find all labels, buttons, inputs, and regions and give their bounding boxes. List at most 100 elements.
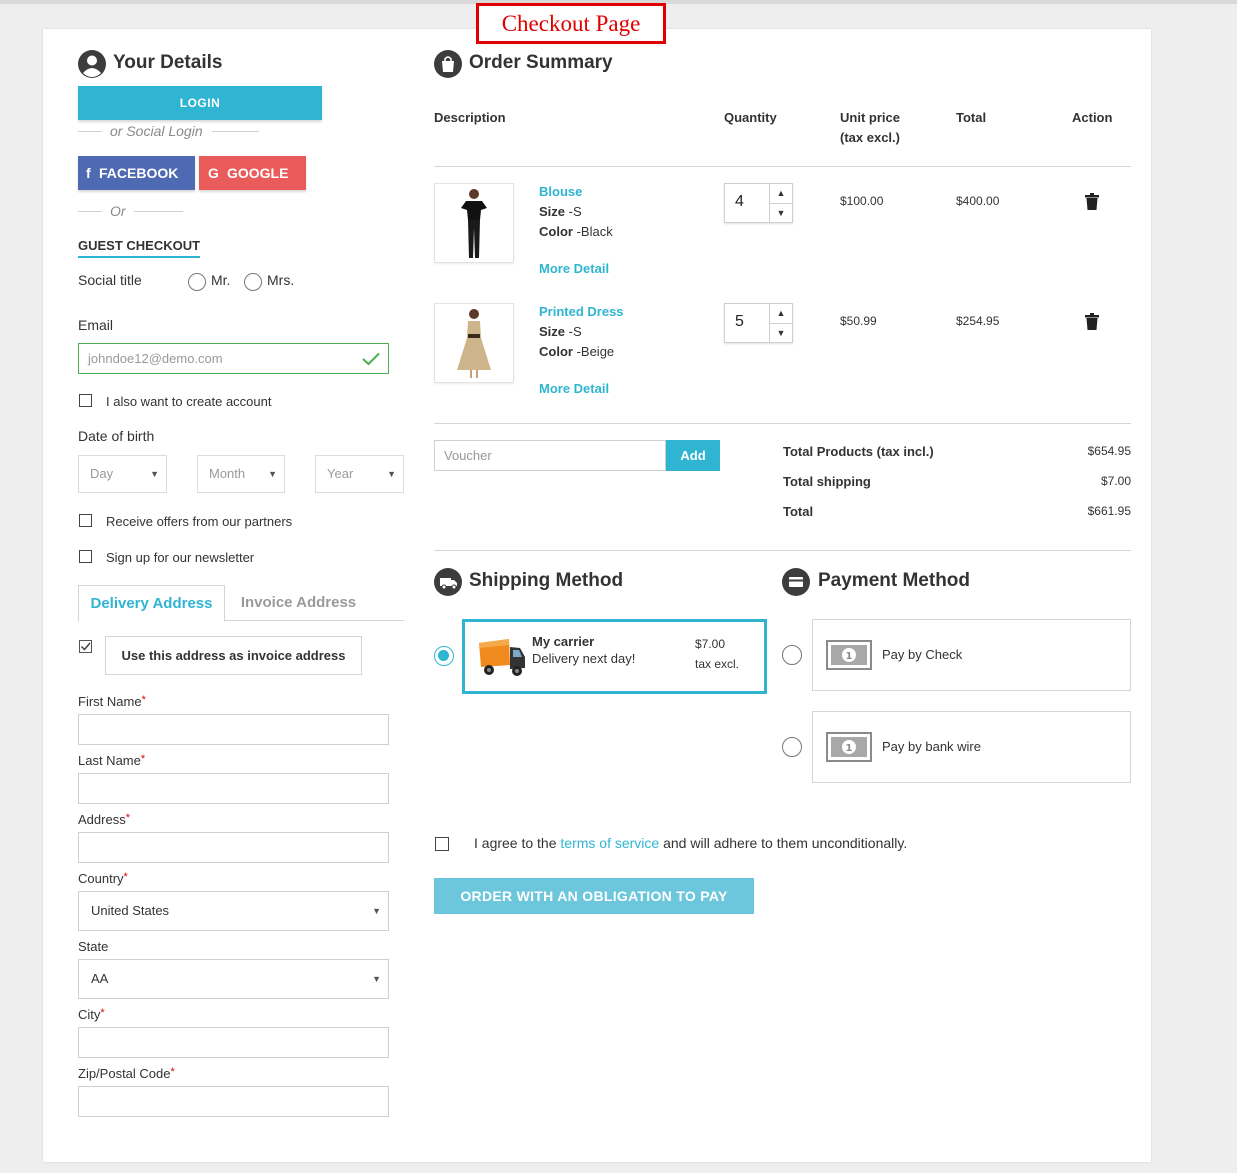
terms-text: I agree to the terms of service and will… (474, 835, 908, 851)
dob-label: Date of birth (78, 428, 155, 444)
login-button[interactable]: LOGIN (78, 86, 322, 120)
year-select[interactable]: Year ▼ (315, 455, 404, 493)
google-button[interactable]: G GOOGLE (199, 156, 306, 190)
create-account-checkbox[interactable] (79, 394, 92, 407)
tab-invoice-address[interactable]: Invoice Address (226, 585, 371, 621)
delivery-truck-icon (479, 639, 525, 676)
unit-price: $100.00 (840, 194, 884, 208)
decrement-button[interactable]: ▼ (770, 204, 792, 223)
voucher-add-button[interactable]: Add (666, 440, 720, 471)
offers-label: Receive offers from our partners (106, 514, 293, 529)
divider (434, 166, 1131, 167)
svg-text:1: 1 (846, 651, 853, 662)
state-value: AA (91, 971, 109, 986)
mr-radio[interactable] (188, 273, 206, 291)
month-select[interactable]: Month ▼ (197, 455, 285, 493)
product-image-printed-dress[interactable] (434, 303, 514, 383)
banknote-icon: 1 (826, 732, 872, 762)
or-text: Or (110, 203, 126, 219)
pay-by-bank-wire-radio[interactable] (782, 737, 802, 757)
offers-checkbox[interactable] (79, 514, 92, 527)
state-select[interactable]: AA ▼ (78, 959, 389, 999)
product-image-blouse[interactable] (434, 183, 514, 263)
state-label: State (78, 939, 109, 954)
more-detail-link[interactable]: More Detail (539, 261, 609, 276)
order-button[interactable]: ORDER WITH AN OBLIGATION TO PAY (434, 878, 754, 914)
payment-method-title: Payment Method (818, 570, 971, 591)
pay-by-check-option[interactable]: 1 Pay by Check (812, 619, 1131, 691)
tab-delivery-address[interactable]: Delivery Address (78, 585, 225, 622)
terms-of-service-link[interactable]: terms of service (560, 835, 659, 851)
shipping-method-title: Shipping Method (469, 570, 624, 591)
quantity-stepper[interactable]: 4 ▲ ▼ (724, 183, 793, 223)
total-value: $661.95 (1087, 504, 1131, 518)
country-label: Country* (78, 871, 128, 886)
first-name-field[interactable] (78, 714, 389, 745)
total-shipping-value: $7.00 (1100, 474, 1131, 488)
email-placeholder: johndoe12@demo.com (88, 351, 223, 366)
chevron-down-icon: ▼ (150, 469, 159, 479)
product-name[interactable]: Blouse (539, 184, 582, 199)
mrs-radio[interactable] (244, 273, 262, 291)
total-shipping-label: Total shipping (783, 474, 871, 489)
newsletter-checkbox[interactable] (79, 550, 92, 563)
total-products-value: $654.95 (1087, 444, 1131, 458)
credit-card-icon (782, 568, 810, 596)
country-select[interactable]: United States ▼ (78, 891, 389, 931)
quantity-value: 5 (735, 313, 744, 330)
create-account-label: I also want to create account (106, 394, 272, 409)
day-select[interactable]: Day ▼ (78, 455, 167, 493)
more-detail-link[interactable]: More Detail (539, 381, 609, 396)
newsletter-label: Sign up for our newsletter (106, 550, 255, 565)
zip-label: Zip/Postal Code* (78, 1066, 175, 1081)
check-icon (362, 352, 380, 366)
year-value: Year (327, 466, 354, 481)
carrier-option[interactable]: My carrier Delivery next day! $7.00 tax … (462, 619, 767, 694)
carrier-tax: tax excl. (695, 657, 740, 671)
col-unit-price: Unit price (tax excl.) (840, 110, 900, 145)
quantity-stepper[interactable]: 5 ▲ ▼ (724, 303, 793, 343)
trash-icon[interactable] (1085, 193, 1099, 210)
email-field[interactable]: johndoe12@demo.com (78, 343, 389, 374)
increment-button[interactable]: ▲ (770, 304, 792, 324)
col-total: Total (956, 110, 987, 125)
address-field[interactable] (78, 832, 389, 863)
trash-icon[interactable] (1085, 313, 1099, 330)
terms-checkbox[interactable] (435, 837, 449, 851)
divider (78, 131, 102, 132)
product-size: Size -S (539, 324, 582, 339)
checkmark-icon (80, 642, 91, 651)
unit-price: $50.99 (840, 314, 877, 328)
carrier-radio[interactable] (434, 646, 454, 666)
decrement-button[interactable]: ▼ (770, 324, 792, 343)
shopping-bag-icon (434, 50, 462, 78)
quantity-value: 4 (735, 193, 744, 210)
google-label: GOOGLE (227, 165, 289, 181)
page-label: Checkout Page (476, 3, 666, 44)
order-summary-title: Order Summary (469, 52, 613, 73)
google-icon: G (208, 165, 219, 181)
email-label: Email (78, 317, 114, 333)
product-thumbnail (457, 309, 491, 378)
pay-by-bank-wire-option[interactable]: 1 Pay by bank wire (812, 711, 1131, 783)
product-name[interactable]: Printed Dress (539, 304, 624, 319)
total-products-label: Total Products (tax incl.) (783, 444, 934, 459)
address-label: Address* (78, 812, 130, 827)
zip-field[interactable] (78, 1086, 389, 1117)
col-quantity: Quantity (724, 110, 777, 125)
carrier-price: $7.00 (695, 637, 726, 651)
increment-button[interactable]: ▲ (770, 184, 792, 204)
col-description: Description (434, 110, 506, 125)
guest-checkout-heading: GUEST CHECKOUT (78, 238, 201, 258)
facebook-button[interactable]: f FACEBOOK (78, 156, 195, 190)
pay-by-check-radio[interactable] (782, 645, 802, 665)
last-name-field[interactable] (78, 773, 389, 804)
voucher-input[interactable]: Voucher (434, 440, 666, 471)
use-as-invoice-checkbox[interactable] (79, 640, 92, 653)
use-as-invoice-button[interactable]: Use this address as invoice address (105, 636, 362, 675)
product-size: Size -S (539, 204, 582, 219)
col-action: Action (1072, 110, 1113, 125)
day-value: Day (90, 466, 114, 481)
city-field[interactable] (78, 1027, 389, 1058)
voucher-placeholder: Voucher (444, 448, 492, 463)
